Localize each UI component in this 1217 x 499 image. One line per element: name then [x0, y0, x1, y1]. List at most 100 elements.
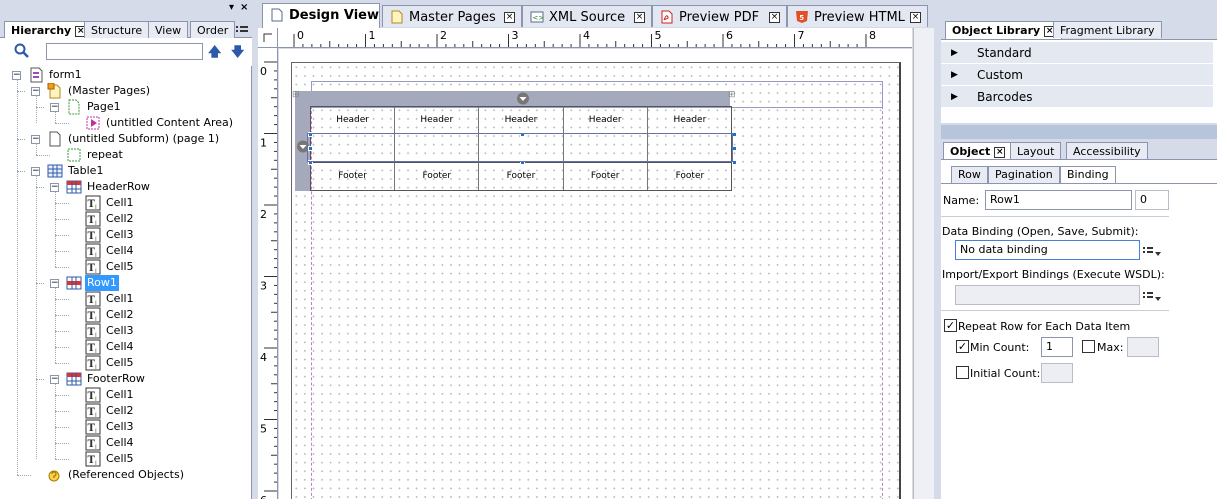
tree-item[interactable]: Row1 — [66, 275, 119, 291]
data-binding-field[interactable]: No data binding — [955, 240, 1140, 260]
arrow-up-icon[interactable]: 🡅 — [208, 43, 221, 65]
tree-item[interactable]: T I Cell1 — [85, 291, 136, 307]
footer-cell[interactable]: Footer — [311, 163, 396, 190]
library-item-standard[interactable]: ▶ Standard — [941, 42, 1213, 64]
binding-menu-icon[interactable] — [1143, 246, 1161, 256]
tree-item[interactable]: form1 — [28, 67, 84, 83]
tree-item[interactable]: (Referenced Objects) — [47, 467, 186, 483]
footer-cell[interactable]: Footer — [648, 163, 732, 190]
tree-item[interactable]: T I Cell1 — [85, 387, 136, 403]
tab-fragment-library[interactable]: Fragment Library — [1053, 21, 1162, 38]
subtab-pagination[interactable]: Pagination — [988, 166, 1060, 183]
page-sheet[interactable]: ⊞ ⊞ Header Header Header Header Header Footer… — [291, 62, 901, 499]
close-icon[interactable]: × — [504, 12, 515, 23]
tree-item[interactable]: T I Cell4 — [85, 243, 136, 259]
table-resize-handle[interactable]: ⊞ — [728, 91, 736, 100]
tree-item[interactable]: T I Cell2 — [85, 211, 136, 227]
header-cell[interactable]: Header — [395, 107, 480, 134]
header-cell[interactable]: Header — [563, 107, 648, 134]
min-count-checkbox[interactable]: ✓ — [956, 340, 969, 353]
tree-item[interactable]: T I Cell5 — [85, 355, 136, 371]
tree-collapse-toggle[interactable]: − — [50, 375, 59, 384]
import-export-menu-icon[interactable] — [1143, 291, 1161, 301]
close-icon[interactable]: × — [769, 12, 780, 23]
tab-structure[interactable]: Structure — [84, 21, 150, 38]
table1[interactable]: ⊞ ⊞ Header Header Header Header Header Footer… — [292, 91, 737, 193]
tree-item[interactable]: Page1 — [66, 99, 123, 115]
tree-item[interactable]: T I Cell5 — [85, 451, 136, 467]
tree-item[interactable]: T I Cell5 — [85, 259, 136, 275]
name-field[interactable]: Row1 — [985, 190, 1132, 210]
arrow-down-icon[interactable]: 🡇 — [231, 43, 244, 65]
index-value: 0 — [1140, 193, 1147, 206]
tree-item[interactable]: T I Cell4 — [85, 339, 136, 355]
panel-close-icon[interactable]: × — [240, 2, 248, 13]
tab-accessibility[interactable]: Accessibility — [1066, 142, 1148, 159]
tab-object[interactable]: Object × — [943, 142, 1013, 160]
tree-connector — [55, 123, 69, 124]
tree-item[interactable]: HeaderRow — [66, 179, 152, 195]
initial-count-checkbox[interactable] — [956, 366, 969, 379]
library-item-barcodes[interactable]: ▶ Barcodes — [941, 86, 1213, 108]
tree-item[interactable]: repeat — [66, 147, 125, 163]
tree-collapse-toggle[interactable]: − — [31, 87, 40, 96]
search-icon[interactable] — [14, 43, 30, 59]
tree-item[interactable]: (Master Pages) — [47, 82, 152, 99]
tree-item[interactable]: T I Cell2 — [85, 403, 136, 419]
tree-item-label: (untitled Content Area) — [106, 116, 234, 129]
tree-collapse-toggle[interactable]: − — [50, 183, 59, 192]
tree-item[interactable]: T I Cell3 — [85, 419, 136, 435]
tree-item[interactable]: Table1 — [47, 163, 105, 179]
header-cell[interactable]: Header — [311, 107, 396, 134]
tree-item[interactable]: T I Cell1 — [85, 195, 136, 211]
tree-item[interactable]: (untitled Content Area) — [85, 115, 235, 131]
footer-cell[interactable]: Footer — [395, 163, 480, 190]
initial-count-field[interactable] — [1041, 363, 1073, 383]
header-cell[interactable]: Header — [479, 107, 564, 134]
tab-hierarchy[interactable]: Hierarchy × — [4, 21, 94, 39]
tab-master-pages[interactable]: Master Pages × — [382, 5, 522, 27]
vertical-scrollbar[interactable] — [913, 28, 934, 499]
tab-object-library[interactable]: Object Library × — [945, 21, 1063, 39]
subtab-binding[interactable]: Binding — [1060, 166, 1116, 183]
tree-item[interactable]: FooterRow — [66, 371, 147, 387]
tab-xml-source[interactable]: <> XML Source × — [522, 5, 652, 27]
tree-collapse-toggle[interactable]: − — [12, 71, 21, 80]
table-menu-icon[interactable] — [516, 92, 530, 105]
library-item-custom[interactable]: ▶ Custom — [941, 64, 1213, 86]
panel-menu-icon[interactable]: ▾ — [229, 2, 234, 13]
tree-collapse-toggle[interactable]: − — [31, 135, 40, 144]
tab-preview-html[interactable]: 5 Preview HTML × — [787, 5, 928, 27]
close-icon[interactable]: × — [994, 146, 1006, 158]
close-icon[interactable]: × — [634, 12, 645, 23]
tab-layout[interactable]: Layout — [1010, 142, 1062, 159]
min-count-field[interactable]: 1 — [1041, 337, 1073, 357]
tree-item[interactable]: T I Cell2 — [85, 307, 136, 323]
max-checkbox[interactable] — [1082, 340, 1095, 353]
tree-item[interactable]: (untitled Subform) (page 1) — [47, 131, 221, 147]
tree-item[interactable]: T I Cell4 — [85, 435, 136, 451]
list-menu-icon[interactable] — [236, 25, 250, 35]
design-canvas[interactable]: ⊞ ⊞ Header Header Header Header Header Footer… — [279, 49, 912, 499]
footer-cell[interactable]: Footer — [479, 163, 564, 190]
repeat-row-checkbox[interactable]: ✓ — [944, 319, 957, 332]
tab-view[interactable]: View — [148, 21, 189, 38]
tab-order[interactable]: Order — [190, 21, 236, 38]
tree-connector — [55, 203, 69, 204]
tree-item[interactable]: T I Cell3 — [85, 323, 136, 339]
tab-design-view[interactable]: Design View — [262, 3, 380, 28]
tab-preview-pdf[interactable]: Preview PDF × — [652, 5, 787, 27]
header-cell[interactable]: Header — [647, 107, 732, 134]
close-icon[interactable]: × — [910, 12, 921, 23]
tree-collapse-toggle[interactable]: − — [31, 167, 40, 176]
search-input[interactable] — [46, 43, 203, 60]
table-corner-handle[interactable]: ⊞ — [292, 91, 300, 100]
max-field[interactable] — [1127, 337, 1159, 357]
footer-cell[interactable]: Footer — [564, 163, 648, 190]
tree-collapse-toggle[interactable]: − — [50, 279, 59, 288]
subtab-row[interactable]: Row — [951, 166, 988, 183]
tree-collapse-toggle[interactable]: − — [50, 103, 59, 112]
import-export-field[interactable] — [955, 285, 1140, 305]
row1-selection[interactable] — [307, 133, 733, 162]
tree-item[interactable]: T I Cell3 — [85, 227, 136, 243]
